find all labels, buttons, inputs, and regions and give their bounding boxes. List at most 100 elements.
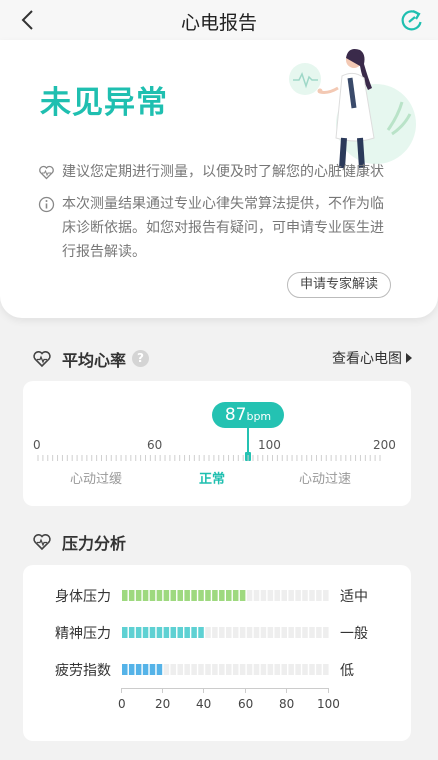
stress-bar-segment-empty [316, 664, 322, 675]
heart-rate-unit: bpm [246, 410, 272, 423]
stress-bar-segment-filled [239, 590, 246, 601]
stress-bar [122, 627, 329, 638]
stress-bar-segment-filled [149, 627, 156, 638]
stress-bar-segment-empty [309, 664, 315, 675]
stress-bar [122, 590, 329, 601]
disclaimer-line: 本次测量结果通过专业心律失常算法提供，不作为临 [62, 196, 384, 212]
stress-bar-segment-empty [184, 664, 190, 675]
stress-bar-segment-empty [295, 627, 301, 638]
stress-axis-label: 20 [155, 697, 171, 711]
stress-axis-line [121, 688, 329, 689]
stress-bar-segment-filled [219, 590, 225, 601]
stress-axis-tick [121, 688, 122, 693]
stress-bar-segment-empty [239, 664, 246, 675]
stress-bar-segment-filled [156, 627, 163, 638]
stress-axis-label: 0 [118, 697, 126, 711]
stress-bar-segment-empty [260, 664, 267, 675]
stress-bar-segment-empty [274, 590, 281, 601]
stress-axis-tick [328, 688, 329, 693]
stress-axis-label: 100 [317, 697, 340, 711]
heart-icon [39, 165, 54, 180]
stress-bar-segment-filled [122, 590, 128, 601]
stress-bar-segment-empty [302, 664, 308, 675]
info-icon [38, 196, 55, 213]
stress-bar-segment-filled [135, 590, 142, 601]
disclaimer-line: 床诊断依据。如您对报告有疑问，可申请专业医生进 [62, 220, 384, 236]
stress-row-label: 身体压力 [55, 589, 111, 605]
zone-tachycardia: 心动过速 [299, 472, 352, 487]
stress-bar-segment-filled [142, 590, 149, 601]
result-title: 未见异常 [40, 85, 168, 121]
stress-bar-segment-empty [226, 664, 232, 675]
stress-axis-label: 60 [238, 697, 254, 711]
stress-bar-segment-empty [288, 664, 294, 675]
stress-bar-segment-empty [323, 664, 329, 675]
stress-bar-segment-filled [156, 590, 163, 601]
stress-bar-segment-empty [316, 627, 322, 638]
stress-bar-segment-empty [177, 664, 183, 675]
stress-bar-segment-empty [281, 627, 287, 638]
help-icon[interactable]: ? [132, 350, 149, 367]
scale-tick-label: 200 [373, 438, 396, 452]
stress-bar-segment-empty [260, 590, 267, 601]
scale-tick-label: 60 [147, 438, 163, 452]
stress-bar-segment-empty [198, 664, 204, 675]
stress-axis-label: 40 [196, 697, 212, 711]
heart-rate-section-header: 平均心率 ? [32, 347, 172, 371]
stress-bar-segment-filled [198, 590, 204, 601]
stress-bar-segment-filled [142, 664, 149, 675]
stress-bar-segment-empty [302, 627, 308, 638]
stress-bar-segment-filled [212, 590, 218, 601]
stress-bar-segment-empty [323, 627, 329, 638]
stress-bar-segment-filled [149, 590, 156, 601]
report-summary-card: 未见异常 建议您定期进行测量，以便及时了解您的心脏健康状 本次测量结果通过专业心… [0, 40, 438, 318]
view-ecg-link[interactable]: 查看心电图 [332, 348, 412, 368]
stress-bar-segment-filled [156, 664, 163, 675]
stress-row-label: 疲劳指数 [55, 663, 111, 679]
stress-bar-segment-empty [309, 627, 315, 638]
stress-bar-segment-empty [219, 664, 225, 675]
stress-bar-segment-filled [226, 590, 232, 601]
heart-rate-title: 平均心率 [62, 351, 127, 370]
stress-bar-segment-empty [274, 627, 281, 638]
stress-bar-segment-filled [163, 627, 170, 638]
stress-row-level: 一般 [340, 626, 368, 642]
stress-row-level: 适中 [340, 589, 368, 605]
stress-bar-segment-empty [281, 664, 287, 675]
stress-bar-segment-empty [170, 664, 177, 675]
share-button[interactable] [398, 6, 426, 34]
stress-bar-segment-empty [267, 664, 274, 675]
stress-bar-segment-empty [253, 664, 260, 675]
stress-bar-segment-empty [309, 590, 315, 601]
stress-bar-segment-empty [163, 664, 170, 675]
stress-bar-segment-filled [122, 664, 128, 675]
stress-bar-segment-empty [246, 627, 253, 638]
stress-axis-tick [203, 688, 204, 693]
stress-axis-tick [245, 688, 246, 693]
stress-bar-segment-empty [246, 590, 253, 601]
heart-rate-card [23, 381, 411, 506]
stress-bar-segment-empty [274, 664, 281, 675]
stress-bar-segment-filled [232, 590, 239, 601]
stress-bar-segment-empty [288, 590, 294, 601]
stress-bar-segment-filled [205, 590, 211, 601]
stress-row-level: 低 [340, 663, 354, 679]
stress-bar [122, 664, 329, 675]
apply-expert-review-button[interactable]: 申请专家解读 [287, 272, 391, 298]
stress-bar-segment-empty [323, 590, 329, 601]
stress-bar-segment-empty [212, 664, 218, 675]
stress-title: 压力分析 [62, 534, 127, 553]
stress-bar-segment-filled [149, 664, 156, 675]
stress-axis-tick [162, 688, 163, 693]
stress-bar-segment-empty [191, 664, 197, 675]
stress-bar-segment-filled [122, 627, 128, 638]
disclaimer-line: 行报告解读。 [62, 244, 146, 260]
stress-bar-segment-empty [226, 627, 232, 638]
heart-rate-value: 87 [224, 405, 247, 425]
heart-pulse-icon [33, 351, 51, 368]
stress-axis-label: 80 [279, 697, 295, 711]
stress-bar-segment-filled [198, 627, 204, 638]
stress-bar-segment-empty [253, 627, 260, 638]
stress-section-header: 压力分析 [32, 530, 152, 554]
stress-bar-segment-empty [302, 590, 308, 601]
